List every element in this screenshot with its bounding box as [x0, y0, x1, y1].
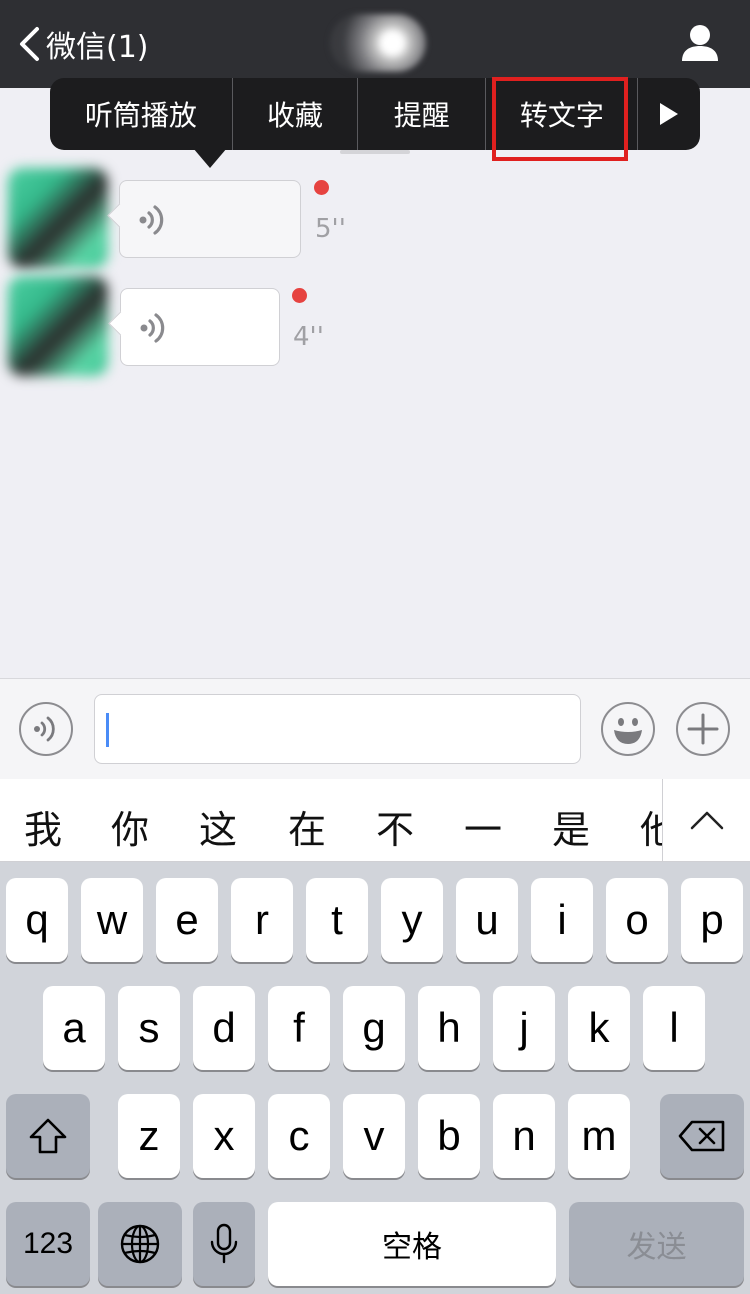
key-o[interactable]: o	[606, 878, 668, 962]
profile-icon[interactable]	[680, 24, 720, 62]
ime-candidate-bar: 我 你 这 在 不 一 是 他	[0, 779, 750, 862]
voice-input-toggle-button[interactable]	[19, 702, 73, 756]
key-n[interactable]: n	[493, 1094, 555, 1178]
key-u[interactable]: u	[456, 878, 518, 962]
key-i[interactable]: i	[531, 878, 593, 962]
key-s[interactable]: s	[118, 986, 180, 1070]
key-x[interactable]: x	[193, 1094, 255, 1178]
key-l[interactable]: l	[643, 986, 705, 1070]
menu-pointer-arrow	[193, 148, 227, 168]
candidate-word[interactable]: 在	[288, 799, 326, 854]
bubble-tail	[108, 311, 133, 336]
candidate-word[interactable]: 一	[464, 799, 502, 854]
shift-arrow-icon	[29, 1118, 67, 1154]
voice-wave-icon	[140, 313, 165, 343]
expand-candidates-button[interactable]	[662, 779, 750, 861]
candidate-word[interactable]: 你	[111, 799, 149, 854]
unread-dot	[292, 288, 307, 303]
globe-key[interactable]	[98, 1202, 182, 1286]
shift-key[interactable]	[6, 1094, 90, 1178]
sender-avatar[interactable]	[8, 276, 108, 376]
key-b[interactable]: b	[418, 1094, 480, 1178]
chat-input-bar	[0, 678, 750, 779]
key-v[interactable]: v	[343, 1094, 405, 1178]
message-text-input[interactable]	[94, 694, 581, 764]
backspace-key[interactable]	[660, 1094, 744, 1178]
smiley-icon	[614, 718, 642, 744]
bubble-tail	[107, 203, 132, 228]
key-g[interactable]: g	[343, 986, 405, 1070]
candidate-word[interactable]: 不	[376, 799, 414, 854]
annotation-highlight-box	[492, 77, 628, 161]
back-button[interactable]: 微信(1)	[18, 22, 149, 66]
unread-dot	[314, 180, 329, 195]
back-label: 微信(1)	[46, 30, 149, 65]
nav-bar: 微信(1)	[0, 0, 750, 88]
candidate-word[interactable]: 我	[24, 799, 62, 854]
chat-title-blurred	[330, 14, 426, 72]
numbers-key[interactable]: 123	[6, 1202, 90, 1286]
menu-item-favorite[interactable]: 收藏	[233, 78, 359, 150]
voice-duration: 5''	[315, 214, 346, 244]
menu-item-earpiece-play[interactable]: 听筒播放	[50, 78, 233, 150]
menu-shadow-strip	[340, 150, 410, 154]
key-d[interactable]: d	[193, 986, 255, 1070]
text-caret	[106, 713, 109, 747]
voice-message-bubble[interactable]	[108, 288, 280, 366]
key-a[interactable]: a	[43, 986, 105, 1070]
key-c[interactable]: c	[268, 1094, 330, 1178]
key-h[interactable]: h	[418, 986, 480, 1070]
candidate-word[interactable]: 是	[552, 799, 590, 854]
voice-duration: 4''	[293, 322, 324, 352]
key-j[interactable]: j	[493, 986, 555, 1070]
dictation-key[interactable]	[193, 1202, 255, 1286]
play-right-icon	[660, 103, 679, 125]
key-e[interactable]: e	[156, 878, 218, 962]
key-q[interactable]: q	[6, 878, 68, 962]
key-r[interactable]: r	[231, 878, 293, 962]
key-z[interactable]: z	[118, 1094, 180, 1178]
voice-wave-icon	[34, 716, 55, 742]
key-k[interactable]: k	[568, 986, 630, 1070]
candidate-word[interactable]: 这	[199, 799, 237, 854]
key-m[interactable]: m	[568, 1094, 630, 1178]
key-f[interactable]: f	[268, 986, 330, 1070]
voice-wave-icon	[139, 205, 164, 235]
key-p[interactable]: p	[681, 878, 743, 962]
sender-avatar[interactable]	[8, 168, 108, 268]
menu-more-button[interactable]	[638, 78, 700, 150]
site-watermark	[612, 1210, 742, 1290]
space-key[interactable]: 空格	[268, 1202, 556, 1286]
key-w[interactable]: w	[81, 878, 143, 962]
backspace-icon	[678, 1120, 725, 1152]
globe-icon	[120, 1224, 160, 1264]
plus-icon	[687, 713, 719, 745]
chevron-left-icon	[20, 27, 39, 61]
voice-message-bubble[interactable]	[107, 180, 301, 258]
microphone-icon	[210, 1223, 238, 1264]
key-t[interactable]: t	[306, 878, 368, 962]
emoji-button[interactable]	[601, 702, 655, 756]
chevron-up-icon	[690, 811, 724, 830]
more-functions-button[interactable]	[676, 702, 730, 756]
key-y[interactable]: y	[381, 878, 443, 962]
menu-item-remind[interactable]: 提醒	[358, 78, 487, 150]
